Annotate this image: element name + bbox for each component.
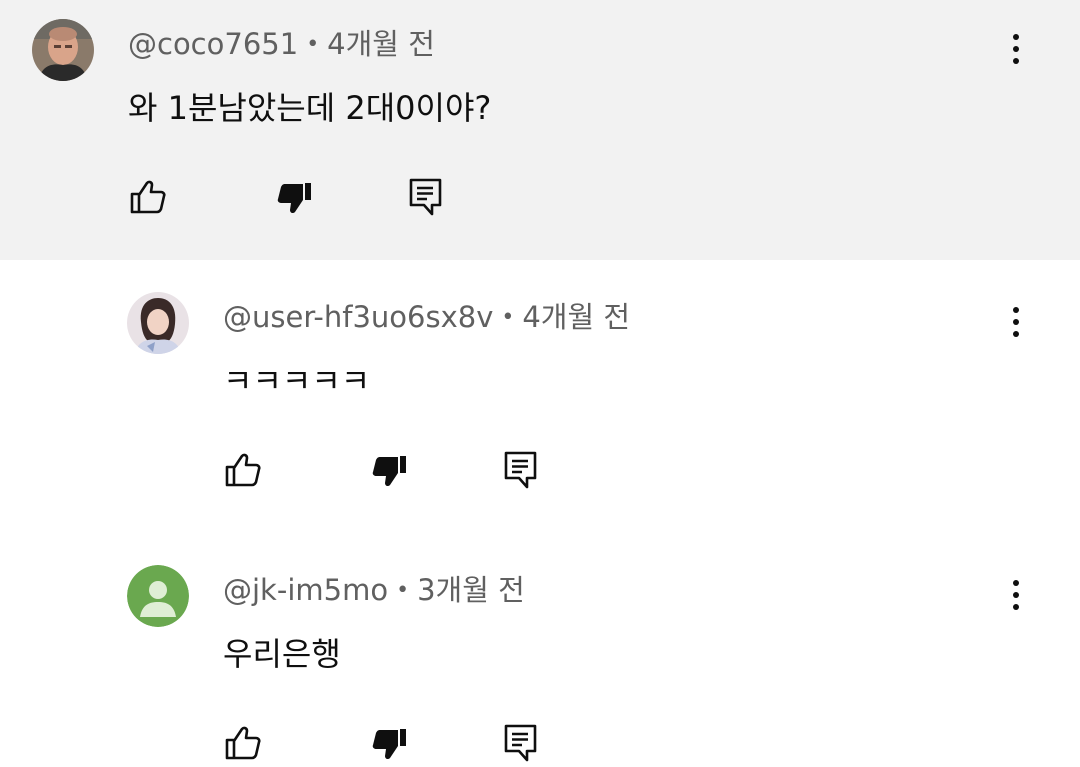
like-button[interactable] [128, 177, 168, 217]
reply-button[interactable] [501, 723, 541, 763]
comment-time: 4개월 전 [327, 27, 435, 61]
photo-avatar-woman-icon [127, 292, 189, 354]
reply-comment-icon [504, 724, 537, 762]
dislike-button[interactable] [370, 725, 410, 765]
reply-button[interactable] [501, 450, 541, 490]
kebab-dot [1013, 319, 1019, 325]
thumbs-down-filled-icon [277, 183, 311, 214]
reply-comment-icon [409, 178, 442, 216]
like-button[interactable] [223, 723, 263, 763]
default-person-avatar-icon [127, 565, 189, 627]
comment-meta: @user-hf3uo6sx8v • 4개월 전 [223, 299, 630, 336]
thumbs-up-icon [130, 180, 166, 214]
comment-meta: @coco7651 • 4개월 전 [128, 26, 435, 63]
author-name[interactable]: @coco7651 [128, 27, 298, 61]
like-button[interactable] [223, 450, 263, 490]
thumbs-down-filled-icon [372, 729, 406, 760]
more-options-button[interactable] [1001, 573, 1031, 617]
dislike-button[interactable] [370, 452, 410, 492]
comment-text: 우리은행 [223, 635, 341, 673]
photo-avatar-man-icon [32, 19, 94, 81]
avatar[interactable] [32, 19, 94, 81]
dislike-button[interactable] [275, 179, 315, 219]
kebab-dot [1013, 592, 1019, 598]
meta-separator: • [396, 578, 410, 603]
meta-separator: • [306, 32, 320, 57]
kebab-dot [1013, 34, 1019, 40]
comment-text: ㅋㅋㅋㅋㅋ [223, 362, 371, 400]
kebab-dot [1013, 307, 1019, 313]
comment-text: 와 1분남았는데 2대0이야? [128, 89, 492, 127]
comment-meta: @jk-im5mo • 3개월 전 [223, 572, 525, 609]
thumbs-up-icon [225, 726, 261, 760]
kebab-dot [1013, 604, 1019, 610]
reply-button[interactable] [406, 177, 446, 217]
meta-separator: • [501, 305, 515, 330]
thumbs-up-icon [225, 453, 261, 487]
more-options-button[interactable] [1001, 300, 1031, 344]
comment-reply: @jk-im5mo • 3개월 전 우리은행 [0, 532, 1080, 767]
avatar[interactable] [127, 292, 189, 354]
comment-reply: @user-hf3uo6sx8v • 4개월 전 ㅋㅋㅋㅋㅋ [0, 260, 1080, 532]
author-name[interactable]: @jk-im5mo [223, 573, 388, 607]
author-name[interactable]: @user-hf3uo6sx8v [223, 300, 493, 334]
avatar[interactable] [127, 565, 189, 627]
comment-thread-top: @coco7651 • 4개월 전 와 1분남았는데 2대0이야? [0, 0, 1080, 260]
reply-comment-icon [504, 451, 537, 489]
kebab-dot [1013, 331, 1019, 337]
comment-time: 3개월 전 [417, 573, 525, 607]
kebab-dot [1013, 46, 1019, 52]
kebab-dot [1013, 58, 1019, 64]
thumbs-down-filled-icon [372, 456, 406, 487]
comment-time: 4개월 전 [522, 300, 631, 334]
kebab-dot [1013, 580, 1019, 586]
more-options-button[interactable] [1001, 27, 1031, 71]
